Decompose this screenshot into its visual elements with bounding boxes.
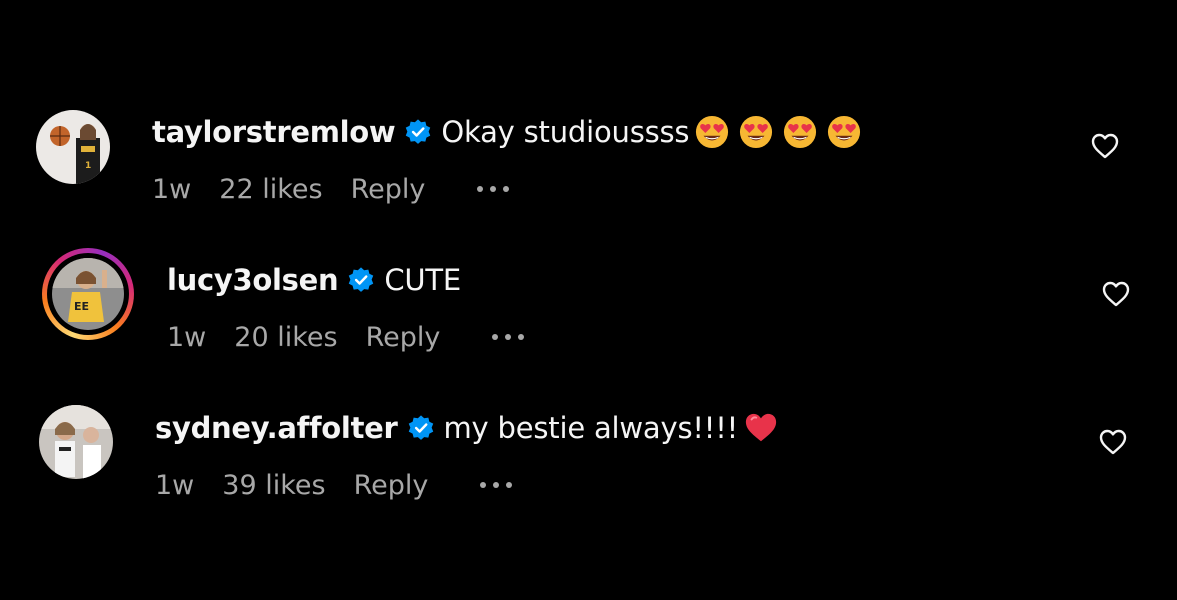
comment-item: EE lucy3olsen CUTE 1w 20 likes Reply <box>0 248 1177 358</box>
comment-timestamp: 1w <box>152 173 192 205</box>
avatar[interactable]: EE <box>52 258 124 330</box>
comment-username[interactable]: taylorstremlow <box>152 115 396 149</box>
comment-text: my bestie always!!!! <box>443 411 739 445</box>
avatar-image: EE <box>52 258 124 330</box>
verified-badge-icon <box>406 119 431 144</box>
comment-username[interactable]: lucy3olsen <box>167 263 339 297</box>
comment-item: sydney.affolter my bestie always!!!! 1w … <box>0 396 1177 506</box>
like-heart-icon[interactable] <box>1090 131 1120 161</box>
avatar-image <box>39 405 113 479</box>
svg-text:EE: EE <box>74 300 89 313</box>
more-options-icon[interactable] <box>480 467 513 503</box>
verified-badge-icon <box>408 415 433 440</box>
reply-button[interactable]: Reply <box>354 470 429 501</box>
more-options-icon[interactable] <box>492 319 525 355</box>
heart-eyes-emoji <box>740 115 773 149</box>
red-heart-emoji <box>745 413 777 442</box>
emoji-group <box>695 115 871 149</box>
like-heart-icon[interactable] <box>1098 427 1128 457</box>
comment-item: 1 taylorstremlow Okay studioussss 1w 22 … <box>0 100 1177 210</box>
comment-text: Okay studioussss <box>441 115 690 149</box>
heart-eyes-emoji <box>696 115 729 149</box>
comment-likes-count[interactable]: 39 likes <box>222 470 325 501</box>
comment-timestamp: 1w <box>167 321 207 353</box>
comment-likes-count[interactable]: 20 likes <box>234 322 337 353</box>
reply-button[interactable]: Reply <box>351 174 426 205</box>
avatar[interactable] <box>39 405 113 479</box>
comment-timestamp: 1w <box>155 469 195 501</box>
avatar[interactable]: 1 <box>36 110 110 184</box>
reply-button[interactable]: Reply <box>366 322 441 353</box>
like-heart-icon[interactable] <box>1101 279 1131 309</box>
comment-likes-count[interactable]: 22 likes <box>219 174 322 205</box>
heart-eyes-emoji <box>828 115 861 149</box>
emoji-group <box>744 411 788 445</box>
svg-text:1: 1 <box>85 161 91 171</box>
comment-text: CUTE <box>384 263 462 297</box>
verified-badge-icon <box>349 267 374 292</box>
heart-eyes-emoji <box>784 115 817 149</box>
comment-username[interactable]: sydney.affolter <box>155 411 398 445</box>
avatar-image: 1 <box>36 110 110 184</box>
more-options-icon[interactable] <box>477 171 510 207</box>
